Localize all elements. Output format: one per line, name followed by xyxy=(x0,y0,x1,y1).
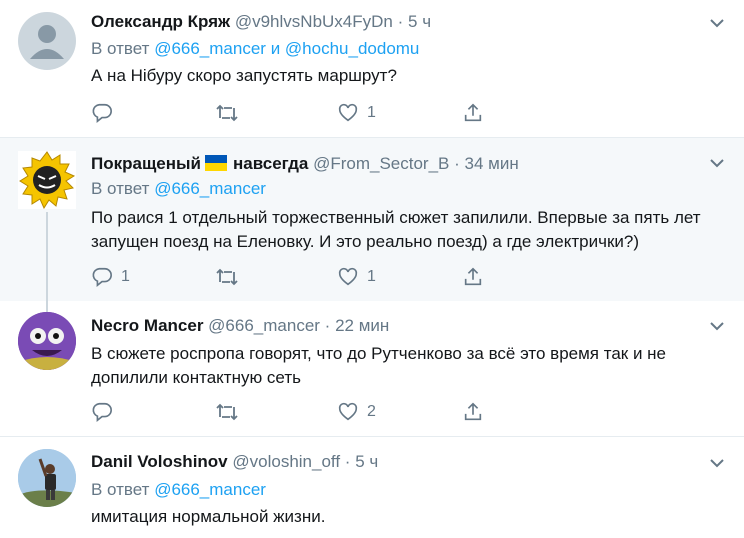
author-handle[interactable]: @From_Sector_B xyxy=(313,154,449,173)
author-handle[interactable]: @666_mancer xyxy=(208,316,320,335)
reply-button[interactable] xyxy=(91,400,121,424)
share-icon xyxy=(464,402,482,421)
reply-context: В ответ @666_mancer xyxy=(91,479,266,501)
tweet-item[interactable]: Necro Mancer @666_mancer · 22 мин В сюже… xyxy=(0,302,744,436)
share-icon xyxy=(464,103,482,122)
mention-joiner: и xyxy=(270,39,281,58)
chevron-down-icon[interactable] xyxy=(708,154,726,172)
author-name[interactable]: Danil Voloshinov xyxy=(91,452,228,471)
author-handle[interactable]: @v9hlvsNbUx4FyDn xyxy=(235,12,393,31)
share-button[interactable] xyxy=(462,400,484,424)
action-bar: 1 1 xyxy=(91,265,491,289)
author-handle[interactable]: @voloshin_off xyxy=(232,452,340,471)
author-name[interactable]: Necro Mancer xyxy=(91,316,203,335)
separator-dot: · xyxy=(397,12,404,31)
separator-dot: · xyxy=(454,154,460,173)
separator-dot: · xyxy=(344,452,351,471)
chevron-down-icon[interactable] xyxy=(708,14,726,32)
reply-prefix: В ответ xyxy=(91,179,150,198)
author-name-suffix[interactable]: навсегда xyxy=(233,154,308,173)
tweet-text: В сюжете роспропа говорят, что до Рутчен… xyxy=(91,344,667,387)
tweet-time[interactable]: 34 мин xyxy=(465,154,519,173)
reply-icon xyxy=(92,267,112,287)
retweet-icon xyxy=(216,104,238,122)
share-button[interactable] xyxy=(462,265,484,289)
avatar[interactable] xyxy=(18,449,76,507)
like-icon xyxy=(338,402,358,421)
reply-button[interactable]: 1 xyxy=(91,265,130,289)
default-avatar-icon[interactable] xyxy=(18,12,76,70)
separator-dot: · xyxy=(324,316,331,335)
like-button[interactable]: 1 xyxy=(337,265,376,289)
reply-prefix: В ответ xyxy=(91,480,150,499)
action-bar: 1 xyxy=(91,101,491,125)
reply-button[interactable] xyxy=(91,101,121,125)
like-count: 1 xyxy=(367,268,376,285)
like-button[interactable]: 1 xyxy=(337,101,376,125)
like-icon xyxy=(338,103,358,122)
like-button[interactable]: 2 xyxy=(337,400,376,424)
tweet-item[interactable]: Danil Voloshinov @voloshin_off · 5 ч В о… xyxy=(0,437,744,538)
like-count: 2 xyxy=(367,403,376,420)
reply-prefix: В ответ xyxy=(91,39,150,58)
tweet-item[interactable]: Олександр Кряж @v9hlvsNbUx4FyDn · 5 ч В … xyxy=(0,0,744,137)
tweet-time[interactable]: 5 ч xyxy=(408,12,431,31)
avatar[interactable] xyxy=(18,151,76,210)
share-icon xyxy=(464,267,482,286)
tweet-text: По раися 1 отдельный торжественный сюжет… xyxy=(91,208,701,251)
mention-link[interactable]: @666_mancer xyxy=(154,39,266,58)
reply-count: 1 xyxy=(121,268,130,285)
avatar[interactable] xyxy=(18,312,76,370)
mention-link[interactable]: @hochu_dodomu xyxy=(285,39,419,58)
chevron-down-icon[interactable] xyxy=(708,317,726,335)
ukraine-flag-icon xyxy=(205,155,227,171)
reply-context: В ответ @666_mancer xyxy=(91,178,266,200)
share-button[interactable] xyxy=(462,101,484,125)
author-name[interactable]: Олександр Кряж xyxy=(91,12,230,31)
reply-context: В ответ @666_mancer и @hochu_dodomu xyxy=(91,38,419,60)
retweet-icon xyxy=(216,268,238,286)
tweet-text: А на Нібуру скоро запустять маршрут? xyxy=(91,66,397,85)
tweet-time[interactable]: 5 ч xyxy=(355,452,378,471)
action-bar: 2 xyxy=(91,400,491,424)
author-name[interactable]: Покращеный xyxy=(91,154,201,173)
mention-link[interactable]: @666_mancer xyxy=(154,179,266,198)
tweet-text: имитация нормальной жизни. xyxy=(91,507,326,526)
chevron-down-icon[interactable] xyxy=(708,454,726,472)
reply-icon xyxy=(92,402,112,422)
retweet-button[interactable] xyxy=(215,101,247,125)
reply-icon xyxy=(92,103,112,123)
tweet-time[interactable]: 22 мин xyxy=(335,316,389,335)
like-icon xyxy=(338,267,358,286)
retweet-button[interactable] xyxy=(215,400,247,424)
retweet-button[interactable] xyxy=(215,265,247,289)
thread-line xyxy=(46,212,48,312)
mention-link[interactable]: @666_mancer xyxy=(154,480,266,499)
tweet-item[interactable]: Покращеный навсегда @From_Sector_B · 34 м… xyxy=(0,138,744,301)
retweet-icon xyxy=(216,403,238,421)
like-count: 1 xyxy=(367,104,376,121)
